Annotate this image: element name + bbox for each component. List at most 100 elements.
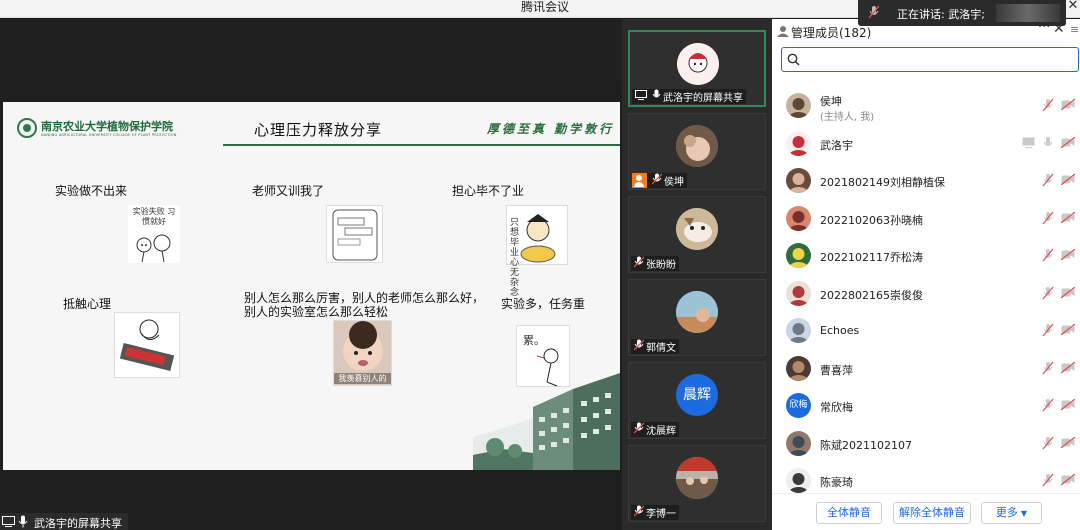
presentation-slide: 南京农业大学植物保护学院 NANJING AGRICULTURAL UNIVER… — [3, 102, 620, 470]
member-name: 曹喜萍 — [820, 363, 853, 377]
camera-off-icon[interactable] — [1060, 360, 1076, 376]
search-icon — [787, 53, 800, 69]
screen-share-icon — [1022, 137, 1035, 151]
camera-off-icon[interactable] — [1060, 435, 1076, 451]
member-search[interactable] — [781, 47, 1079, 72]
member-row[interactable]: Echoes — [772, 312, 1080, 349]
avatar — [676, 125, 718, 167]
avatar — [786, 93, 811, 118]
slide-divider — [223, 144, 620, 146]
mic-muted-icon — [633, 505, 645, 520]
video-tile[interactable]: 武洛宇的屏幕共享 — [628, 30, 766, 107]
member-row[interactable]: 2021802149刘相静植保 — [772, 162, 1080, 199]
video-tiles-column[interactable]: 武洛宇的屏幕共享 侯坤 张盼盼 郭倩文 晨辉 沈晨辉 李博一 — [622, 19, 772, 530]
screen-share-icon — [635, 90, 647, 103]
camera-off-icon[interactable] — [1060, 323, 1076, 338]
avatar — [786, 243, 811, 268]
camera-off-icon[interactable] — [1060, 173, 1076, 188]
meme-image — [114, 312, 180, 378]
camera-off-icon[interactable] — [1060, 135, 1076, 151]
mic-muted-icon[interactable] — [1042, 323, 1054, 340]
video-tile[interactable]: 侯坤 — [628, 113, 766, 190]
mic-muted-icon[interactable] — [1042, 98, 1054, 115]
member-name: 2022102117乔松涛 — [820, 251, 923, 264]
video-tile[interactable]: 晨辉 沈晨辉 — [628, 362, 766, 439]
mic-muted-icon[interactable] — [1042, 211, 1054, 228]
mic-muted-icon — [633, 256, 645, 271]
member-row[interactable]: 欣梅 常欣梅 — [772, 387, 1080, 424]
mic-muted-icon[interactable] — [1042, 398, 1054, 415]
member-name: 陈斌2021102107 — [820, 438, 912, 452]
mic-muted-icon[interactable] — [1042, 436, 1054, 453]
member-row[interactable]: 陈斌2021102107 — [772, 425, 1080, 462]
mic-muted-icon — [651, 173, 663, 188]
camera-off-icon[interactable] — [1060, 473, 1076, 488]
video-tile[interactable]: 张盼盼 — [628, 196, 766, 273]
panel-title: 管理成员(182) — [791, 26, 872, 40]
avatar — [676, 291, 718, 333]
screen-share-label: 武洛宇的屏幕共享 — [0, 513, 128, 530]
camera-off-icon[interactable] — [1060, 98, 1076, 113]
avatar — [676, 457, 718, 499]
meme-image: 实验失败 习惯就好 — [128, 205, 180, 263]
mic-muted-icon[interactable] — [1042, 473, 1054, 490]
avatar — [786, 318, 811, 343]
member-name: 2021802149刘相静植保 — [820, 176, 945, 189]
more-button[interactable]: 更多 ▼ — [981, 502, 1042, 524]
panel-footer: 全体静音 解除全体静音 更多 ▼ — [772, 493, 1080, 530]
school-emblem-icon — [17, 118, 37, 138]
video-tile-name: 沈晨辉 — [631, 422, 679, 437]
avatar — [786, 205, 811, 231]
member-name: 陈豪琦 — [820, 476, 853, 489]
panel-menu-button[interactable]: ≡ — [1070, 23, 1079, 36]
avatar — [676, 208, 718, 250]
mic-muted-icon — [633, 339, 645, 354]
avatar — [786, 168, 811, 193]
microphone-icon — [652, 89, 661, 104]
camera-off-icon[interactable] — [1060, 398, 1076, 413]
avatar: 欣梅 — [786, 393, 811, 418]
speaker-avatar — [996, 4, 1060, 22]
camera-off-icon[interactable] — [1060, 248, 1076, 263]
avatar: 晨辉 — [676, 374, 718, 416]
unmute-all-button[interactable]: 解除全体静音 — [893, 502, 971, 524]
mic-muted-icon — [868, 5, 880, 22]
screen-top-band — [0, 19, 622, 83]
mic-muted-icon[interactable] — [1042, 361, 1054, 378]
member-row[interactable]: 2022102117乔松涛 — [772, 237, 1080, 274]
school-name-en: NANJING AGRICULTURAL UNIVERSITY COLLEGE … — [41, 133, 177, 137]
microphone-icon — [18, 515, 28, 530]
avatar — [786, 280, 811, 306]
member-row[interactable]: 2022102063孙晓楠 — [772, 200, 1080, 237]
window-close-button[interactable]: ✕ — [1066, 0, 1080, 13]
video-tile[interactable]: 郭倩文 — [628, 279, 766, 356]
mic-muted-icon[interactable] — [1042, 248, 1054, 265]
microphone-icon[interactable] — [1042, 136, 1054, 153]
video-tile[interactable]: 李博一 — [628, 445, 766, 522]
member-row[interactable]: 武洛宇 — [772, 125, 1080, 162]
host-icon — [632, 173, 647, 188]
meme-image: 我羡慕别人的 — [333, 320, 392, 386]
meme-image: 只想毕业 心无杂念 — [506, 205, 568, 298]
member-name: 2022802165崇俊俊 — [820, 288, 923, 302]
search-input[interactable] — [806, 51, 1066, 68]
mute-all-button[interactable]: 全体静音 — [816, 502, 882, 524]
slide-item-label: 实验做不出来 — [55, 184, 128, 198]
video-tile-name: 郭倩文 — [631, 339, 679, 354]
video-tile-name: 张盼盼 — [631, 256, 679, 271]
member-name: Echoes — [820, 324, 860, 337]
slide-title: 心理压力释放分享 — [254, 121, 383, 139]
member-row[interactable]: 侯坤 (主持人, 我) — [772, 87, 1080, 124]
avatar — [786, 468, 811, 493]
member-row[interactable]: 2022802165崇俊俊 — [772, 275, 1080, 312]
video-tile-name: 武洛宇的屏幕共享 — [632, 89, 746, 104]
video-tile-name: 李博一 — [631, 505, 679, 520]
mic-muted-icon[interactable] — [1042, 173, 1054, 190]
camera-off-icon[interactable] — [1060, 285, 1076, 301]
slide-item-label: 实验多，任务重 — [501, 297, 586, 311]
mic-muted-icon[interactable] — [1042, 286, 1054, 303]
slide-item-label-line2: 别人的实验室怎么那么轻松 — [244, 305, 389, 319]
speaking-indicator: 正在讲话: 武洛宇; — [858, 0, 1066, 26]
camera-off-icon[interactable] — [1060, 210, 1076, 226]
member-row[interactable]: 曹喜萍 — [772, 350, 1080, 387]
